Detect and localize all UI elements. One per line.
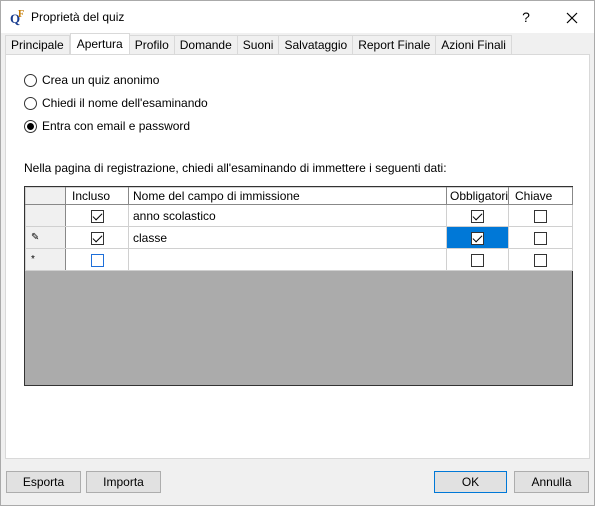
close-button[interactable] — [556, 1, 588, 33]
cell-chiave[interactable] — [508, 248, 573, 271]
option-email-password[interactable]: Entra con email e password — [24, 118, 190, 134]
cell-obbligatorio[interactable] — [446, 204, 509, 227]
option-anonymous[interactable]: Crea un quiz anonimo — [24, 72, 159, 88]
option-email-password-label: Entra con email e password — [42, 119, 191, 133]
tab-domande[interactable]: Domande — [174, 35, 238, 54]
tab-salvataggio[interactable]: Salvataggio — [279, 35, 354, 54]
cell-nome[interactable] — [128, 248, 447, 271]
cell-obbligatorio[interactable] — [446, 248, 509, 271]
table-row[interactable]: anno scolastico — [25, 204, 573, 227]
import-button[interactable]: Importa — [86, 471, 161, 493]
radio-anonymous[interactable] — [24, 73, 37, 87]
help-button[interactable]: ? — [511, 1, 541, 33]
tab-panel-apertura: Crea un quiz anonimo Chiedi il nome dell… — [5, 54, 590, 459]
row-marker-edit-icon[interactable]: ✎ — [25, 226, 66, 249]
quiz-app-icon: Q F — [9, 9, 27, 26]
window-title: Proprietà del quiz — [31, 10, 125, 24]
cell-incluso[interactable] — [65, 226, 129, 249]
grid-corner — [25, 187, 66, 205]
tab-profilo[interactable]: Profilo — [129, 35, 175, 54]
option-anonymous-label: Crea un quiz anonimo — [42, 73, 160, 87]
tab-strip: Principale Apertura Profilo Domande Suon… — [5, 33, 512, 54]
export-button[interactable]: Esporta — [6, 471, 81, 493]
option-ask-name-label: Chiedi il nome dell'esaminando — [42, 96, 208, 110]
checkbox-obbligatorio[interactable] — [471, 209, 484, 223]
tab-apertura[interactable]: Apertura — [69, 33, 130, 54]
col-header-chiave[interactable]: Chiave — [508, 187, 573, 205]
table-row-new[interactable]: * — [25, 248, 573, 271]
checkbox-incluso[interactable] — [90, 231, 104, 245]
fields-grid: Incluso Nome del campo di immissione Obb… — [24, 186, 573, 386]
checkbox-chiave[interactable] — [534, 231, 547, 245]
cancel-button[interactable]: Annulla — [514, 471, 589, 493]
dialog-window: Q F Proprietà del quiz ? Principale Aper… — [0, 0, 595, 506]
table-row[interactable]: ✎ classe — [25, 226, 573, 249]
cell-obbligatorio-selected[interactable] — [446, 226, 509, 249]
cell-nome[interactable]: classe — [128, 226, 447, 249]
checkbox-incluso[interactable] — [90, 209, 104, 223]
checkbox-incluso[interactable] — [90, 253, 104, 267]
option-ask-name[interactable]: Chiedi il nome dell'esaminando — [24, 95, 208, 111]
cell-chiave[interactable] — [508, 204, 573, 227]
radio-ask-name[interactable] — [24, 96, 37, 110]
checkbox-chiave[interactable] — [534, 253, 547, 267]
tab-azioni-finali[interactable]: Azioni Finali — [436, 35, 512, 54]
tab-principale[interactable]: Principale — [5, 35, 70, 54]
cell-incluso[interactable] — [65, 248, 129, 271]
grid-header-row: Incluso Nome del campo di immissione Obb… — [25, 187, 573, 205]
row-marker[interactable] — [25, 204, 66, 227]
close-icon — [566, 12, 578, 24]
title-bar: Q F Proprietà del quiz ? — [1, 1, 594, 33]
checkbox-chiave[interactable] — [534, 209, 547, 223]
col-header-obbligatorio[interactable]: Obbligatoric — [446, 187, 509, 205]
cell-nome[interactable]: anno scolastico — [128, 204, 447, 227]
radio-email-password[interactable] — [24, 119, 37, 133]
tab-suoni[interactable]: Suoni — [237, 35, 280, 54]
cell-incluso[interactable] — [65, 204, 129, 227]
ok-button[interactable]: OK — [434, 471, 507, 493]
col-header-nome[interactable]: Nome del campo di immissione — [128, 187, 447, 205]
svg-text:F: F — [18, 9, 24, 20]
checkbox-obbligatorio[interactable] — [471, 253, 484, 267]
instruction-text: Nella pagina di registrazione, chiedi al… — [24, 161, 447, 175]
row-marker-new-icon[interactable]: * — [25, 248, 66, 271]
cell-chiave[interactable] — [508, 226, 573, 249]
checkbox-obbligatorio[interactable] — [471, 231, 484, 245]
tab-report-finale[interactable]: Report Finale — [353, 35, 437, 54]
col-header-incluso[interactable]: Incluso — [65, 187, 129, 205]
